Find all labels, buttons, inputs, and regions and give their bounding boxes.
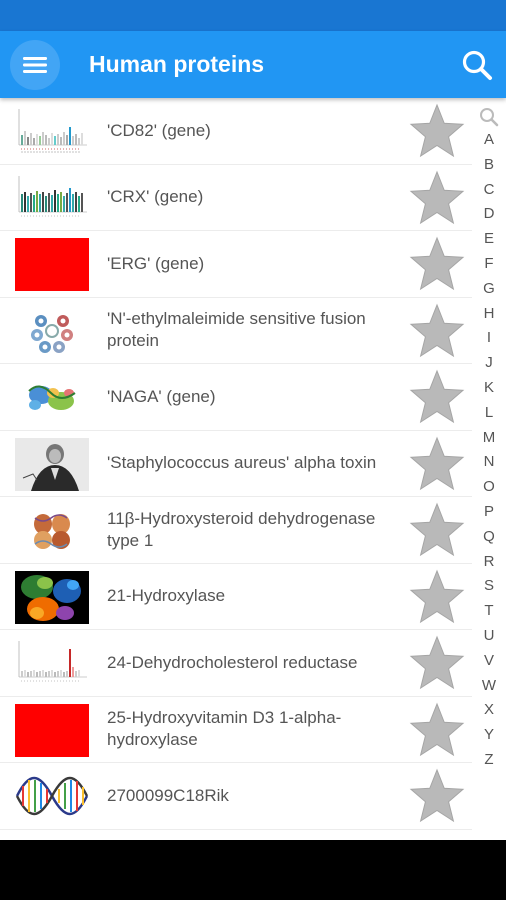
index-letter[interactable]: G <box>474 277 504 302</box>
chart-thumbnail <box>15 171 89 225</box>
protein-structure-image <box>15 304 89 358</box>
index-letter[interactable]: O <box>474 475 504 500</box>
dna-helix-image <box>15 770 89 823</box>
menu-button[interactable] <box>10 40 60 90</box>
item-label: 21-Hydroxylase <box>107 586 226 606</box>
page-title: Human proteins <box>89 51 265 77</box>
index-letter[interactable]: E <box>474 227 504 252</box>
list-item[interactable]: 2700099C18Rik <box>0 763 472 830</box>
list-item[interactable]: 25-Hydroxyvitamin D3 1-alpha-hydroxylase <box>0 697 472 763</box>
star-icon[interactable] <box>408 635 466 691</box>
index-letter[interactable]: S <box>474 574 504 599</box>
portrait-engraving <box>15 437 89 491</box>
red-placeholder <box>15 238 89 291</box>
index-letter[interactable]: H <box>474 302 504 327</box>
index-letter[interactable]: A <box>474 128 504 153</box>
star-icon[interactable] <box>408 436 466 492</box>
list-item[interactable]: 11β-Hydroxysteroid dehydrogenase type 1 <box>0 497 472 564</box>
search-icon[interactable] <box>478 106 500 128</box>
index-letter[interactable]: V <box>474 649 504 674</box>
index-letter[interactable]: M <box>474 426 504 451</box>
list-item[interactable]: 'Staphylococcus aureus' alpha toxin <box>0 431 472 497</box>
search-button[interactable] <box>456 44 498 86</box>
list-item[interactable]: 'NAGA' (gene) <box>0 364 472 431</box>
star-icon[interactable] <box>408 303 466 359</box>
item-label: 11β-Hydroxysteroid dehydrogenase type 1 <box>107 508 376 550</box>
index-letter[interactable]: I <box>474 326 504 351</box>
status-bar <box>0 0 506 31</box>
star-icon[interactable] <box>408 170 466 226</box>
list-item[interactable]: 'CD82' (gene) <box>0 98 472 165</box>
star-icon[interactable] <box>408 236 466 292</box>
star-icon[interactable] <box>408 569 466 625</box>
index-letter[interactable]: D <box>474 202 504 227</box>
list-item[interactable]: 24-Dehydrocholesterol reductase <box>0 630 472 697</box>
star-icon[interactable] <box>408 768 466 824</box>
index-letter[interactable]: J <box>474 351 504 376</box>
index-letter[interactable]: P <box>474 500 504 525</box>
chart-thumbnail <box>15 105 89 158</box>
index-letter[interactable]: L <box>474 401 504 426</box>
list-item[interactable]: 'N'-ethylmaleimide sensitive fusion prot… <box>0 298 472 364</box>
app-bar: Human proteins <box>0 31 506 98</box>
index-letters: ABCDEFGHIJKLMNOPQRSTUVWXYZ <box>474 128 504 773</box>
index-letter[interactable]: Q <box>474 525 504 550</box>
navigation-bar <box>0 840 506 900</box>
item-label: 'CRX' (gene) <box>107 187 204 207</box>
item-label: 24-Dehydrocholesterol reductase <box>107 652 358 672</box>
index-letter[interactable]: F <box>474 252 504 277</box>
search-icon <box>462 50 492 80</box>
star-icon[interactable] <box>408 702 466 758</box>
protein-list-panel: 'CD82' (gene) 'CRX' (gene) 'ERG' (gene) … <box>0 98 506 840</box>
index-letter[interactable]: U <box>474 624 504 649</box>
index-letter[interactable]: W <box>474 674 504 699</box>
index-letter[interactable]: Y <box>474 723 504 748</box>
chart-thumbnail <box>15 637 89 690</box>
item-label: 25-Hydroxyvitamin D3 1-alpha-hydroxylase <box>107 708 342 750</box>
index-letter[interactable]: B <box>474 153 504 178</box>
star-icon[interactable] <box>408 369 466 425</box>
item-label: 'NAGA' (gene) <box>107 386 216 406</box>
index-letter[interactable]: Z <box>474 748 504 773</box>
protein-structure-image <box>15 570 89 624</box>
list-item[interactable]: 'CRX' (gene) <box>0 165 472 231</box>
index-letter[interactable]: T <box>474 599 504 624</box>
item-label: 2700099C18Rik <box>107 785 229 805</box>
star-icon[interactable] <box>408 103 466 159</box>
hamburger-menu-icon <box>23 57 47 73</box>
index-letter[interactable]: N <box>474 450 504 475</box>
protein-structure-image <box>15 504 89 557</box>
item-label: 'Staphylococcus aureus' alpha toxin <box>107 453 377 473</box>
list-item[interactable]: 'ERG' (gene) <box>0 231 472 298</box>
item-label: 'N'-ethylmaleimide sensitive fusion prot… <box>107 309 366 351</box>
index-letter[interactable]: C <box>474 178 504 203</box>
alphabet-index: ABCDEFGHIJKLMNOPQRSTUVWXYZ <box>474 106 504 773</box>
index-letter[interactable]: R <box>474 550 504 575</box>
protein-structure-image <box>15 371 89 424</box>
index-letter[interactable]: X <box>474 698 504 723</box>
protein-list: 'CD82' (gene) 'CRX' (gene) 'ERG' (gene) … <box>0 98 472 830</box>
item-label: 'ERG' (gene) <box>107 253 205 273</box>
star-icon[interactable] <box>408 502 466 558</box>
index-letter[interactable]: K <box>474 376 504 401</box>
list-item[interactable]: 21-Hydroxylase <box>0 564 472 630</box>
item-label: 'CD82' (gene) <box>107 120 211 140</box>
red-placeholder <box>15 703 89 757</box>
